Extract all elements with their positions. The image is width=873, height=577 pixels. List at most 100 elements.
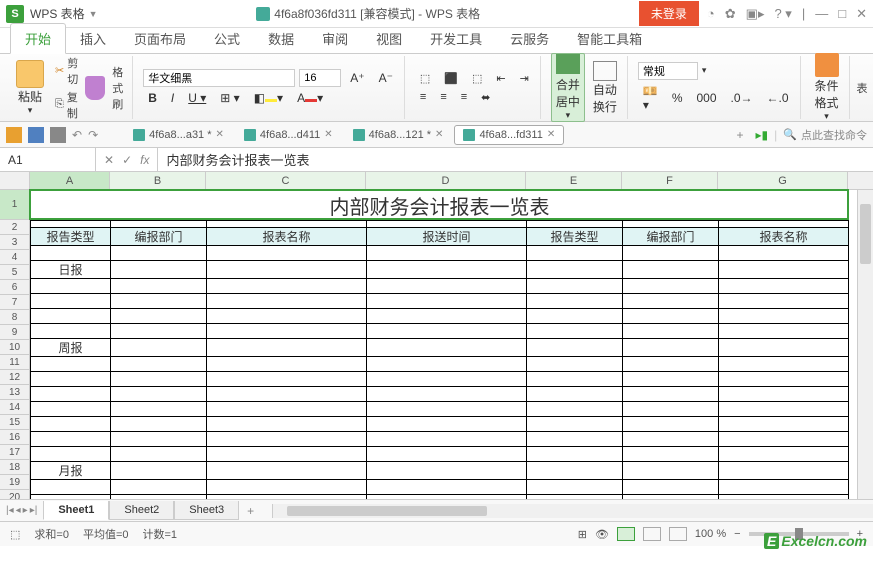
cell[interactable] [207,417,367,432]
cell[interactable] [111,221,207,228]
increase-decimal-button[interactable]: .0→ [726,89,758,107]
ribbon-tab-公式[interactable]: 公式 [200,24,254,53]
cell[interactable] [207,432,367,447]
cell[interactable] [207,309,367,324]
cell[interactable] [31,324,111,339]
cell[interactable] [719,324,849,339]
cell[interactable] [31,309,111,324]
undo-icon[interactable]: ↶ [72,128,82,142]
cell[interactable] [719,480,849,495]
align-top-button[interactable]: ⬚ [415,70,435,87]
cell[interactable] [31,447,111,462]
cell[interactable] [623,387,719,402]
cell[interactable] [719,261,849,279]
cell[interactable] [719,357,849,372]
cell[interactable] [719,246,849,261]
row-header-13[interactable]: 13 [0,385,30,400]
zoom-out-button[interactable]: − [734,528,740,540]
cell[interactable] [527,387,623,402]
cell[interactable] [207,357,367,372]
cell[interactable] [623,357,719,372]
ribbon-tab-智能工具箱[interactable]: 智能工具箱 [563,24,656,53]
cell[interactable] [207,246,367,261]
ribbon-tab-页面布局[interactable]: 页面布局 [120,24,200,53]
cell[interactable] [207,402,367,417]
column-header-D[interactable]: D [366,172,526,189]
cell[interactable] [623,279,719,294]
comma-button[interactable]: 000 [691,89,721,107]
close-tab-icon[interactable]: ✕ [435,129,443,140]
cell[interactable] [31,402,111,417]
number-format-select[interactable] [638,62,698,80]
cell[interactable] [527,246,623,261]
cell[interactable] [111,246,207,261]
cell[interactable] [623,480,719,495]
close-tab-icon[interactable]: ✕ [216,129,224,140]
cell[interactable] [207,221,367,228]
cell[interactable] [111,432,207,447]
page-break-view-button[interactable] [669,527,687,541]
cell[interactable] [623,462,719,480]
column-header-G[interactable]: G [718,172,848,189]
add-sheet-button[interactable]: + [239,504,262,518]
cell[interactable] [527,357,623,372]
cell[interactable] [527,495,623,501]
row-header-4[interactable]: 4 [0,250,30,265]
format-painter-button[interactable]: 格式刷 [109,63,126,113]
ribbon-tab-开发工具[interactable]: 开发工具 [416,24,496,53]
cell[interactable] [367,387,527,402]
align-center-button[interactable]: ≡ [435,89,451,105]
cell[interactable] [367,495,527,501]
sheet-tab-Sheet2[interactable]: Sheet2 [109,501,174,520]
close-tab-icon[interactable]: ✕ [547,129,555,140]
cell[interactable] [623,221,719,228]
cell[interactable] [111,372,207,387]
row-header-17[interactable]: 17 [0,445,30,460]
row-header-15[interactable]: 15 [0,415,30,430]
input-mode-icon[interactable]: ⊞ [578,528,587,541]
decrease-font-button[interactable]: A⁻ [374,69,398,87]
cell[interactable] [623,495,719,501]
cell[interactable] [111,324,207,339]
cell[interactable]: 月报 [31,462,111,480]
decrease-decimal-button[interactable]: ←.0 [762,89,794,107]
cell[interactable]: 日报 [31,261,111,279]
cell[interactable] [527,462,623,480]
cell[interactable] [207,480,367,495]
italic-button[interactable]: I [166,89,179,107]
row-header-7[interactable]: 7 [0,295,30,310]
cell[interactable] [207,279,367,294]
align-right-button[interactable]: ≡ [456,89,472,105]
cell[interactable] [111,402,207,417]
cell[interactable] [31,387,111,402]
data-table[interactable]: 内部财务会计报表一览表报告类型编报部门报表名称报送时间报告类型编报部门报表名称日… [30,190,849,500]
table-header-cell[interactable]: 编报部门 [111,228,207,246]
row-header-14[interactable]: 14 [0,400,30,415]
cell[interactable] [207,387,367,402]
row-header-20[interactable]: 20 [0,490,30,500]
row-header-1[interactable]: 1 [0,190,30,220]
ribbon-tab-数据[interactable]: 数据 [254,24,308,53]
cut-button[interactable]: ✂剪切 [52,54,81,88]
row-header-2[interactable]: 2 [0,220,30,235]
cell[interactable] [31,246,111,261]
cell[interactable] [31,221,111,228]
cell[interactable] [207,339,367,357]
doc-tab[interactable]: 4f6a8...a31 *✕ [124,125,233,145]
minimize-button[interactable]: — [815,6,828,21]
cell[interactable] [527,221,623,228]
font-select[interactable] [143,69,295,87]
formula-input[interactable]: 内部财务会计报表一览表 [158,150,873,169]
scroll-thumb[interactable] [860,204,871,264]
underline-button[interactable]: U ▾ [183,89,211,107]
doc-tab[interactable]: 4f6a8...fd311✕ [454,125,564,145]
cell[interactable] [527,279,623,294]
currency-button[interactable]: 💴▾ [638,82,663,114]
cell[interactable] [367,417,527,432]
login-button[interactable]: 未登录 [639,1,699,26]
cell[interactable] [31,372,111,387]
row-header-11[interactable]: 11 [0,355,30,370]
sheet-next-button[interactable]: ▸ [23,505,28,516]
ribbon-tab-插入[interactable]: 插入 [66,24,120,53]
cell[interactable] [623,309,719,324]
